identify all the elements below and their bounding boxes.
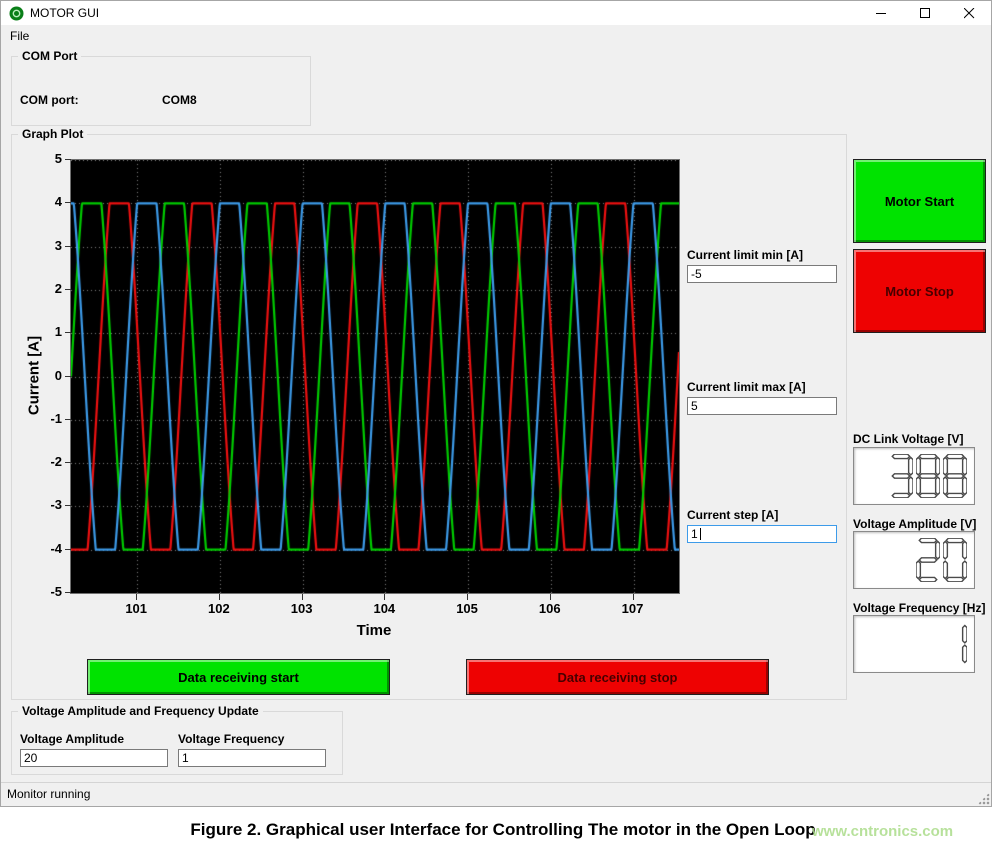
window-controls <box>859 1 991 25</box>
plot-region: Current [A] Time 543210-1-2-3-4-51011021… <box>12 135 846 699</box>
x-tick-label: 105 <box>447 601 487 616</box>
title-bar: MOTOR GUI <box>1 1 991 25</box>
data-receiving-stop-button[interactable]: Data receiving stop <box>466 659 769 695</box>
seven-segment-digit <box>916 538 940 582</box>
y-tick-mark <box>65 549 71 550</box>
current-step-label: Current step [A] <box>687 508 837 522</box>
y-tick-mark <box>65 202 71 203</box>
y-tick-label: -3 <box>20 497 62 513</box>
x-tick-label: 102 <box>199 601 239 616</box>
seven-segment-digit <box>943 538 967 582</box>
x-tick-mark <box>633 594 634 600</box>
y-tick-mark <box>65 246 71 247</box>
current-limit-max-label: Current limit max [A] <box>687 380 837 394</box>
dc-link-voltage-display <box>853 447 975 505</box>
com-port-group-title: COM Port <box>18 49 81 63</box>
maximize-icon <box>920 8 931 19</box>
resize-grip[interactable] <box>977 792 990 805</box>
seven-segment-digit <box>943 622 967 666</box>
x-tick-label: 101 <box>116 601 156 616</box>
voltage-amplitude-display <box>853 531 975 589</box>
x-tick-label: 104 <box>364 601 404 616</box>
watermark: www.cntronics.com <box>812 823 953 840</box>
voltage-update-group-title: Voltage Amplitude and Frequency Update <box>18 704 263 718</box>
y-tick-label: 0 <box>20 368 62 384</box>
maximize-button[interactable] <box>903 1 947 25</box>
app-window: MOTOR GUI File COM Port COM port: COM8 <box>0 0 992 807</box>
status-bar: Monitor running <box>1 782 991 806</box>
x-tick-label: 106 <box>530 601 570 616</box>
x-tick-mark <box>550 594 551 600</box>
x-tick-label: 107 <box>613 601 653 616</box>
y-tick-label: 3 <box>20 238 62 254</box>
caption-area: Figure 2. Graphical user Interface for C… <box>0 807 1006 848</box>
y-tick-mark <box>65 159 71 160</box>
y-tick-mark <box>65 376 71 377</box>
motor-start-button[interactable]: Motor Start <box>853 159 986 243</box>
y-tick-label: -1 <box>20 411 62 427</box>
text-caret <box>700 528 701 540</box>
close-button[interactable] <box>947 1 991 25</box>
menu-file[interactable]: File <box>1 25 38 47</box>
data-receiving-start-button[interactable]: Data receiving start <box>87 659 390 695</box>
voltage-amplitude-input[interactable] <box>20 749 168 767</box>
x-tick-mark <box>219 594 220 600</box>
status-text: Monitor running <box>7 787 90 801</box>
y-tick-label: 1 <box>20 324 62 340</box>
current-step-input[interactable] <box>687 525 837 543</box>
y-tick-label: -2 <box>20 454 62 470</box>
current-limit-min-label: Current limit min [A] <box>687 248 837 262</box>
voltage-amplitude-label: Voltage Amplitude <box>20 732 168 746</box>
window-title: MOTOR GUI <box>30 6 99 20</box>
current-limit-max-field: Current limit max [A] <box>687 380 837 415</box>
plot-canvas <box>70 159 680 594</box>
graph-plot-group: Graph Plot Current [A] Time 543210-1-2-3… <box>11 134 847 700</box>
y-tick-mark <box>65 505 71 506</box>
app-icon <box>9 6 24 21</box>
minimize-icon <box>876 8 887 19</box>
y-tick-label: 2 <box>20 281 62 297</box>
com-port-group: COM Port COM port: COM8 <box>11 56 311 126</box>
voltage-amplitude-field: Voltage Amplitude <box>20 732 168 767</box>
page: MOTOR GUI File COM Port COM port: COM8 <box>0 0 1006 848</box>
close-icon <box>964 8 975 19</box>
x-tick-label: 103 <box>282 601 322 616</box>
x-tick-mark <box>467 594 468 600</box>
voltage-frequency-display <box>853 615 975 673</box>
y-tick-mark <box>65 592 71 593</box>
voltage-amplitude-display-label: Voltage Amplitude [V] <box>853 517 976 531</box>
y-tick-mark <box>65 419 71 420</box>
x-tick-mark <box>384 594 385 600</box>
y-tick-mark <box>65 462 71 463</box>
motor-stop-button[interactable]: Motor Stop <box>853 249 986 333</box>
current-step-field: Current step [A] <box>687 508 837 543</box>
com-port-value: COM8 <box>162 93 197 107</box>
x-axis-title: Time <box>324 622 424 639</box>
current-limit-max-input[interactable] <box>687 397 837 415</box>
current-limit-min-input[interactable] <box>687 265 837 283</box>
menu-bar: File <box>1 25 991 49</box>
voltage-frequency-field: Voltage Frequency <box>178 732 326 767</box>
seven-segment-digit <box>943 454 967 498</box>
x-tick-mark <box>302 594 303 600</box>
current-limit-min-field: Current limit min [A] <box>687 248 837 283</box>
voltage-frequency-label: Voltage Frequency <box>178 732 326 746</box>
y-tick-label: 5 <box>20 151 62 167</box>
seven-segment-digit <box>916 454 940 498</box>
y-tick-label: 4 <box>20 194 62 210</box>
voltage-update-group: Voltage Amplitude and Frequency Update V… <box>11 711 343 775</box>
y-tick-mark <box>65 289 71 290</box>
voltage-frequency-display-label: Voltage Frequency [Hz] <box>853 601 985 615</box>
x-tick-mark <box>136 594 137 600</box>
minimize-button[interactable] <box>859 1 903 25</box>
y-tick-label: -4 <box>20 541 62 557</box>
voltage-frequency-input[interactable] <box>178 749 326 767</box>
dc-link-voltage-label: DC Link Voltage [V] <box>853 432 963 446</box>
seven-segment-digit <box>889 454 913 498</box>
com-port-label: COM port: <box>20 93 79 107</box>
y-tick-label: -5 <box>20 584 62 600</box>
y-tick-mark <box>65 332 71 333</box>
